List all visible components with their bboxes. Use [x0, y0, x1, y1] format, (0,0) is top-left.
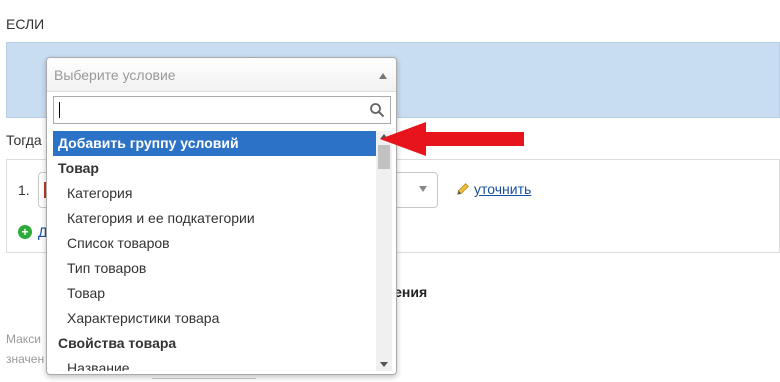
row-number: 1. [18, 182, 30, 198]
add-action[interactable]: + Д [18, 224, 47, 240]
option-item[interactable]: Категория и ее подкатегории [53, 206, 376, 231]
chevron-down-icon [419, 186, 427, 192]
scroll-down-icon[interactable] [380, 362, 388, 367]
option-item[interactable]: Характеристики товара [53, 306, 376, 331]
option-item[interactable]: Список товаров [53, 231, 376, 256]
plus-circle-icon: + [18, 225, 32, 239]
search-icon [370, 103, 385, 118]
option-item[interactable]: Товар [53, 156, 376, 181]
refine-link-group[interactable]: уточнить [456, 181, 531, 197]
bottom-input-edge[interactable] [152, 378, 256, 382]
max-label: Макси [6, 332, 41, 346]
condition-dropdown[interactable]: Выберите условие Добавить группу условий… [46, 57, 397, 375]
pencil-icon [457, 183, 469, 195]
refine-link[interactable]: уточнить [474, 181, 531, 197]
option-item[interactable]: Свойства товара [53, 331, 376, 356]
option-item[interactable]: Добавить группу условий [53, 131, 376, 156]
condition-search-input[interactable] [53, 96, 391, 124]
condition-placeholder: Выберите условие [54, 67, 176, 83]
option-item[interactable]: Категория [53, 181, 376, 206]
value-label: значен [6, 352, 45, 366]
text-cursor [59, 102, 60, 118]
chevron-up-icon [379, 73, 387, 79]
option-item[interactable]: Товар [53, 281, 376, 306]
option-item[interactable]: Название [53, 356, 376, 371]
if-label: ЕСЛИ [6, 16, 45, 32]
red-arrow-icon [380, 122, 524, 156]
condition-options-list: Добавить группу условий Товар Категория … [53, 131, 376, 371]
condition-select[interactable]: Выберите условие [47, 58, 396, 92]
dropdown-scrollbar[interactable] [376, 131, 392, 371]
option-item[interactable]: Тип товаров [53, 256, 376, 281]
